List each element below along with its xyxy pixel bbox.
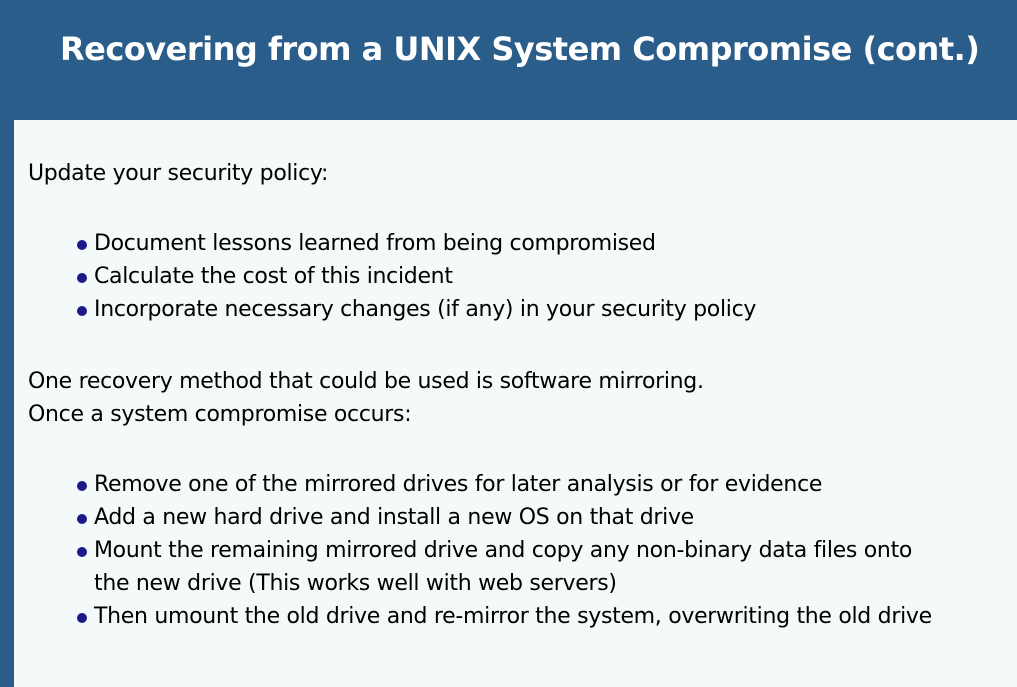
list-item-text: Remove one of the mirrored drives for la…	[94, 472, 823, 497]
method-line: One recovery method that could be used i…	[28, 369, 704, 394]
bullet-icon	[77, 514, 87, 524]
list-item-text: Document lessons learned from being comp…	[94, 231, 656, 256]
list-item-text: Incorporate necessary changes (if any) i…	[94, 297, 757, 322]
policy-intro: Update your security policy:	[28, 161, 329, 186]
list-item-text: Calculate the cost of this incident	[94, 264, 453, 289]
bullet-icon	[77, 273, 87, 283]
bullet-icon	[77, 547, 87, 557]
bullet-icon	[77, 481, 87, 491]
list-item: Incorporate necessary changes (if any) i…	[74, 293, 756, 326]
list-item: Calculate the cost of this incident	[74, 260, 756, 293]
list-item-text-continued: the new drive (This works well with web …	[94, 571, 617, 596]
list-item: Document lessons learned from being comp…	[74, 227, 756, 260]
slide-content: Update your security policy: Document le…	[14, 120, 1017, 687]
bullet-icon	[77, 306, 87, 316]
list-item-text: Then umount the old drive and re-mirror …	[94, 604, 932, 629]
bullet-icon	[77, 240, 87, 250]
policy-list: Document lessons learned from being comp…	[74, 227, 756, 326]
bullet-icon	[77, 613, 87, 623]
list-item: Add a new hard drive and install a new O…	[74, 501, 932, 534]
slide-header: Recovering from a UNIX System Compromise…	[0, 0, 1017, 120]
list-item: Mount the remaining mirrored drive and c…	[74, 534, 932, 600]
list-item-text: Add a new hard drive and install a new O…	[94, 505, 694, 530]
method-line: Once a system compromise occurs:	[28, 402, 412, 427]
list-item: Then umount the old drive and re-mirror …	[74, 600, 932, 633]
mirror-list: Remove one of the mirrored drives for la…	[74, 468, 932, 633]
list-item: Remove one of the mirrored drives for la…	[74, 468, 932, 501]
list-item-text: Mount the remaining mirrored drive and c…	[94, 538, 913, 563]
slide-title: Recovering from a UNIX System Compromise…	[60, 30, 980, 68]
